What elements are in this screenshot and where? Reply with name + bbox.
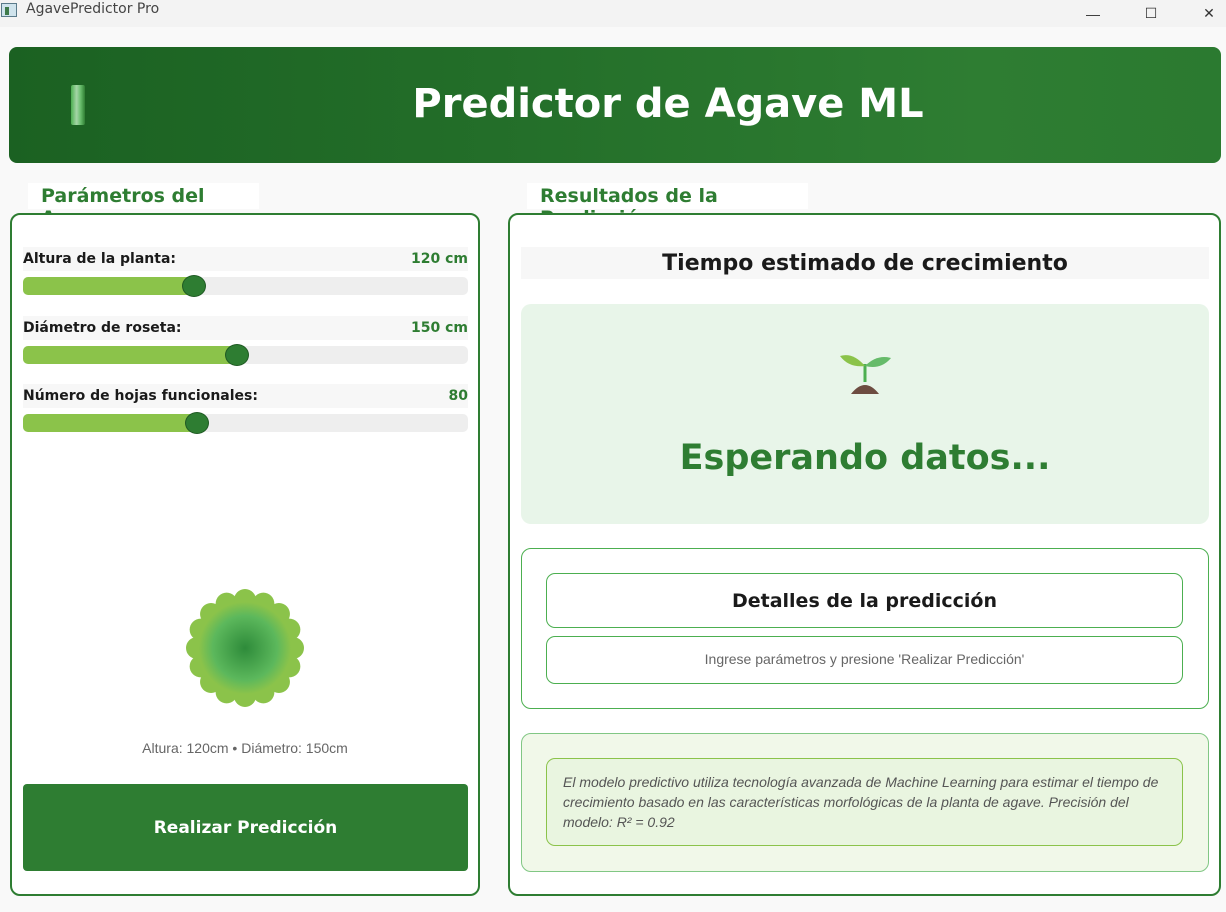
result-status: Esperando datos... bbox=[679, 438, 1051, 478]
page-title: Predictor de Agave ML bbox=[412, 81, 924, 127]
window-title: AgavePredictor Pro bbox=[26, 1, 160, 17]
window-titlebar: AgavePredictor Pro — ☐ ✕ bbox=[0, 0, 1226, 27]
diameter-slider-fill bbox=[23, 346, 237, 364]
predict-button[interactable]: Realizar Predicción bbox=[23, 784, 468, 871]
parameters-section-title: Parámetros del Agave bbox=[28, 183, 259, 229]
preview-caption: Altura: 120cm • Diámetro: 150cm bbox=[142, 740, 348, 756]
height-slider-group: Altura de la planta: 120 cm bbox=[23, 247, 468, 297]
maximize-icon[interactable]: ☐ bbox=[1128, 0, 1174, 27]
agave-rosette-preview bbox=[186, 589, 304, 707]
leaves-label: Número de hojas funcionales: bbox=[23, 388, 258, 404]
model-info-card: El modelo predictivo utiliza tecnología … bbox=[521, 733, 1209, 872]
diameter-value: 150 cm bbox=[411, 320, 468, 336]
result-display: Esperando datos... bbox=[521, 304, 1209, 524]
diameter-slider-group: Diámetro de roseta: 150 cm bbox=[23, 316, 468, 366]
close-icon[interactable]: ✕ bbox=[1186, 0, 1226, 27]
height-slider-fill bbox=[23, 277, 195, 295]
height-label: Altura de la planta: bbox=[23, 251, 177, 267]
diameter-slider[interactable] bbox=[23, 344, 468, 366]
details-text: Ingrese parámetros y presione 'Realizar … bbox=[546, 636, 1183, 684]
minimize-icon[interactable]: — bbox=[1070, 0, 1116, 27]
leaves-slider-thumb[interactable] bbox=[185, 412, 210, 434]
result-heading: Tiempo estimado de crecimiento bbox=[521, 247, 1209, 279]
header-banner: Predictor de Agave ML bbox=[9, 47, 1221, 163]
results-panel: Tiempo estimado de crecimiento Esperando… bbox=[508, 213, 1221, 896]
height-value: 120 cm bbox=[411, 251, 468, 267]
details-title: Detalles de la predicción bbox=[546, 573, 1183, 628]
leaves-slider-group: Número de hojas funcionales: 80 bbox=[23, 384, 468, 434]
height-slider[interactable] bbox=[23, 275, 468, 297]
diameter-slider-thumb[interactable] bbox=[224, 344, 249, 366]
leaves-value: 80 bbox=[448, 388, 468, 404]
results-section-title: Resultados de la Predicción bbox=[527, 183, 808, 229]
leaves-slider[interactable] bbox=[23, 412, 468, 434]
height-slider-thumb[interactable] bbox=[182, 275, 207, 297]
parameters-panel: Altura de la planta: 120 cm Diámetro de … bbox=[10, 213, 480, 896]
details-card: Detalles de la predicción Ingrese paráme… bbox=[521, 548, 1209, 709]
diameter-label: Diámetro de roseta: bbox=[23, 320, 182, 336]
app-icon bbox=[1, 3, 17, 17]
leaves-slider-fill bbox=[23, 414, 198, 432]
model-info-text: El modelo predictivo utiliza tecnología … bbox=[546, 758, 1183, 846]
seedling-icon bbox=[840, 355, 891, 394]
